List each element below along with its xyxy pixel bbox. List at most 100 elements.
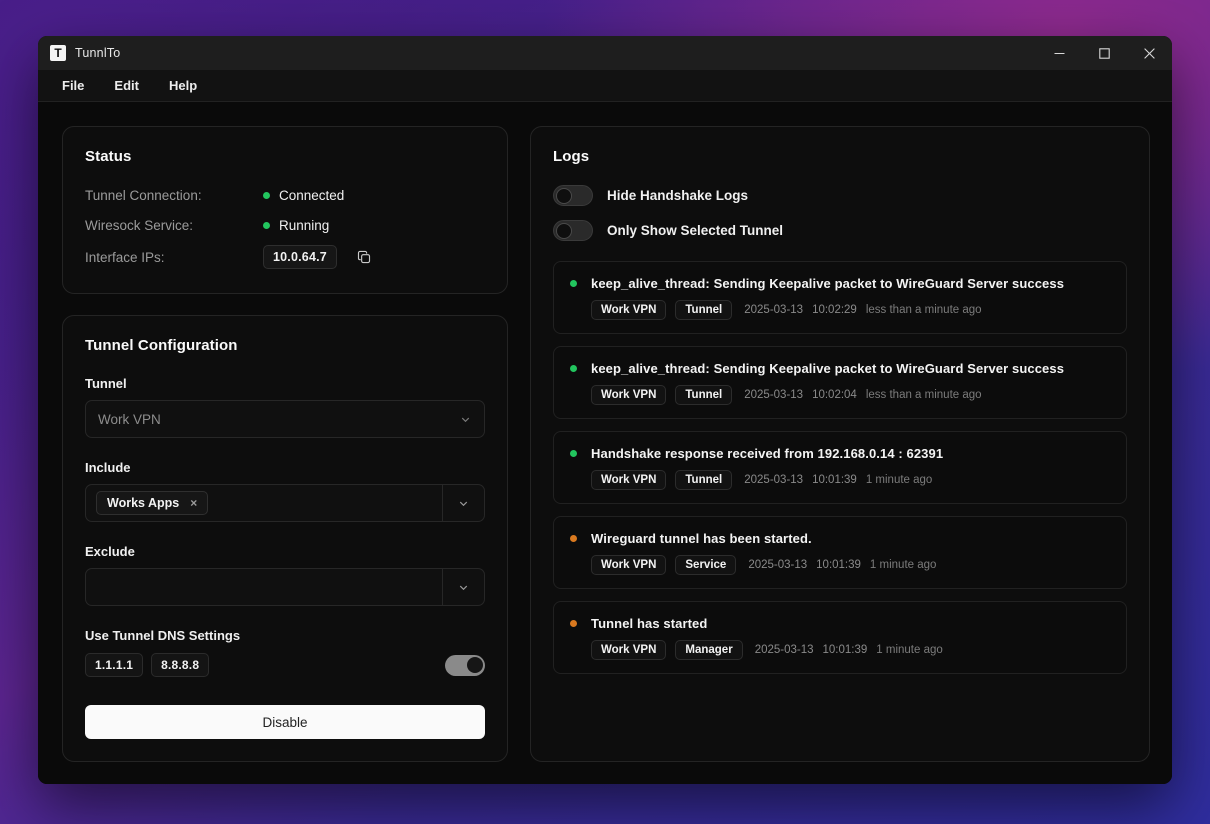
status-row-tunnel-connection: Tunnel Connection: Connected — [85, 185, 485, 205]
status-label: Tunnel Connection: — [85, 187, 202, 203]
exclude-combobox[interactable] — [85, 568, 485, 606]
chevron-down-icon[interactable] — [442, 485, 484, 521]
log-status-dot-icon — [570, 365, 577, 372]
dns-row: 1.1.1.1 8.8.8.8 — [85, 653, 485, 677]
log-entry-head: keep_alive_thread: Sending Keepalive pac… — [570, 276, 1110, 291]
log-entry-head: Wireguard tunnel has been started. — [570, 531, 1110, 546]
log-message: Handshake response received from 192.168… — [591, 446, 944, 461]
titlebar[interactable]: T TunnlTo — [38, 36, 1172, 70]
log-message: Wireguard tunnel has been started. — [591, 531, 812, 546]
interface-ip-badge: 10.0.64.7 — [263, 245, 337, 269]
log-source-tag: Manager — [675, 640, 743, 660]
log-entry-meta: Work VPN Tunnel 2025-03-13 10:01:39 1 mi… — [591, 470, 1110, 490]
exclude-field-label: Exclude — [85, 544, 135, 559]
maximize-icon[interactable] — [1082, 36, 1127, 70]
log-entry[interactable]: keep_alive_thread: Sending Keepalive pac… — [553, 346, 1127, 419]
log-relative-time: 1 minute ago — [865, 474, 933, 486]
log-status-dot-icon — [570, 535, 577, 542]
remove-chip-icon[interactable]: × — [188, 497, 199, 509]
log-source-tag: Tunnel — [675, 385, 733, 405]
chevron-down-icon — [459, 413, 472, 426]
tunnel-field-group: Tunnel Work VPN — [85, 376, 485, 438]
tunnel-select-value: Work VPN — [98, 411, 161, 427]
app-logo-icon: T — [50, 45, 66, 61]
log-entry-head: Tunnel has started — [570, 616, 1110, 631]
status-rows: Tunnel Connection: Connected Wiresock Se… — [85, 185, 485, 269]
chevron-down-icon[interactable] — [442, 569, 484, 605]
log-date: 2025-03-13 — [754, 644, 814, 656]
disable-button[interactable]: Disable — [85, 705, 485, 739]
toggle-knob — [556, 187, 572, 204]
status-panel: Status Tunnel Connection: Connected Wire… — [62, 126, 508, 294]
right-column: Logs Hide Handshake Logs Only Show Selec… — [530, 126, 1150, 762]
status-value-text: Connected — [279, 187, 345, 203]
log-time: 10:01:39 — [816, 559, 861, 571]
log-date: 2025-03-13 — [748, 559, 808, 571]
status-row-interface-ips: Interface IPs: 10.0.64.7 — [85, 245, 485, 269]
dns-settings-toggle[interactable] — [445, 654, 485, 676]
log-entry[interactable]: Handshake response received from 192.168… — [553, 431, 1127, 504]
status-label: Interface IPs: — [85, 249, 165, 265]
log-relative-time: less than a minute ago — [865, 389, 982, 401]
tunnel-configuration-panel: Tunnel Configuration Tunnel Work VPN Inc… — [62, 315, 508, 762]
log-time: 10:02:29 — [812, 304, 857, 316]
log-relative-time: less than a minute ago — [865, 304, 982, 316]
log-entry-head: keep_alive_thread: Sending Keepalive pac… — [570, 361, 1110, 376]
minimize-icon[interactable] — [1037, 36, 1082, 70]
log-tunnel-tag: Work VPN — [591, 470, 667, 490]
hide-handshake-logs-toggle[interactable] — [553, 185, 593, 206]
main-content: Status Tunnel Connection: Connected Wire… — [38, 102, 1172, 784]
toggle-row-hide-handshake-logs[interactable]: Hide Handshake Logs — [553, 185, 1127, 206]
dns-settings-group: Use Tunnel DNS Settings 1.1.1.1 8.8.8.8 — [85, 628, 485, 677]
include-chip: Works Apps × — [96, 491, 209, 515]
log-entry[interactable]: Wireguard tunnel has been started. Work … — [553, 516, 1127, 589]
dns-server-chips: 1.1.1.1 8.8.8.8 — [85, 653, 210, 677]
include-combobox[interactable]: Works Apps × — [85, 484, 485, 522]
menu-item-help[interactable]: Help — [157, 73, 209, 98]
log-tunnel-tag: Work VPN — [591, 385, 667, 405]
dns-settings-label: Use Tunnel DNS Settings — [85, 628, 241, 643]
toggle-knob — [466, 657, 483, 673]
log-source-tag: Tunnel — [675, 300, 733, 320]
menu-item-edit[interactable]: Edit — [102, 73, 151, 98]
log-date: 2025-03-13 — [744, 389, 804, 401]
log-relative-time: 1 minute ago — [869, 559, 937, 571]
include-chip-label: Works Apps — [107, 496, 180, 510]
log-status-dot-icon — [570, 450, 577, 457]
log-message: keep_alive_thread: Sending Keepalive pac… — [591, 276, 1065, 291]
log-list[interactable]: keep_alive_thread: Sending Keepalive pac… — [553, 261, 1127, 739]
logs-toggles: Hide Handshake Logs Only Show Selected T… — [553, 185, 1127, 241]
logs-panel-title: Logs — [553, 148, 590, 165]
titlebar-left: T TunnlTo — [38, 45, 120, 61]
log-relative-time: 1 minute ago — [876, 644, 943, 656]
status-dot-icon — [263, 221, 270, 229]
log-tunnel-tag: Work VPN — [591, 640, 667, 660]
menu-item-file[interactable]: File — [50, 73, 96, 98]
log-entry[interactable]: Tunnel has started Work VPN Manager 2025… — [553, 601, 1127, 674]
log-tunnel-tag: Work VPN — [591, 300, 667, 320]
only-show-selected-tunnel-toggle[interactable] — [553, 220, 593, 241]
status-value: Running — [263, 218, 329, 233]
log-entry[interactable]: keep_alive_thread: Sending Keepalive pac… — [553, 261, 1127, 334]
window-controls — [1037, 36, 1172, 70]
tunnel-select[interactable]: Work VPN — [85, 400, 485, 438]
include-combo-field[interactable]: Works Apps × — [86, 485, 442, 521]
log-status-dot-icon — [570, 280, 577, 287]
log-message: Tunnel has started — [591, 616, 708, 631]
toggle-row-only-show-selected-tunnel[interactable]: Only Show Selected Tunnel — [553, 220, 1127, 241]
log-source-tag: Tunnel — [675, 470, 733, 490]
exclude-combo-field[interactable] — [86, 569, 442, 605]
log-date: 2025-03-13 — [744, 304, 804, 316]
status-panel-title: Status — [85, 148, 132, 165]
dns-server-chip: 1.1.1.1 — [85, 653, 144, 677]
log-tunnel-tag: Work VPN — [591, 555, 667, 575]
close-icon[interactable] — [1127, 36, 1172, 70]
log-message: keep_alive_thread: Sending Keepalive pac… — [591, 361, 1065, 376]
status-value: 10.0.64.7 — [263, 245, 374, 269]
copy-icon[interactable] — [354, 247, 374, 267]
toggle-knob — [556, 222, 572, 239]
exclude-field-group: Exclude — [85, 544, 485, 606]
log-status-dot-icon — [570, 620, 577, 627]
logs-panel: Logs Hide Handshake Logs Only Show Selec… — [530, 126, 1150, 762]
log-entry-meta: Work VPN Tunnel 2025-03-13 10:02:29 less… — [591, 300, 1110, 320]
